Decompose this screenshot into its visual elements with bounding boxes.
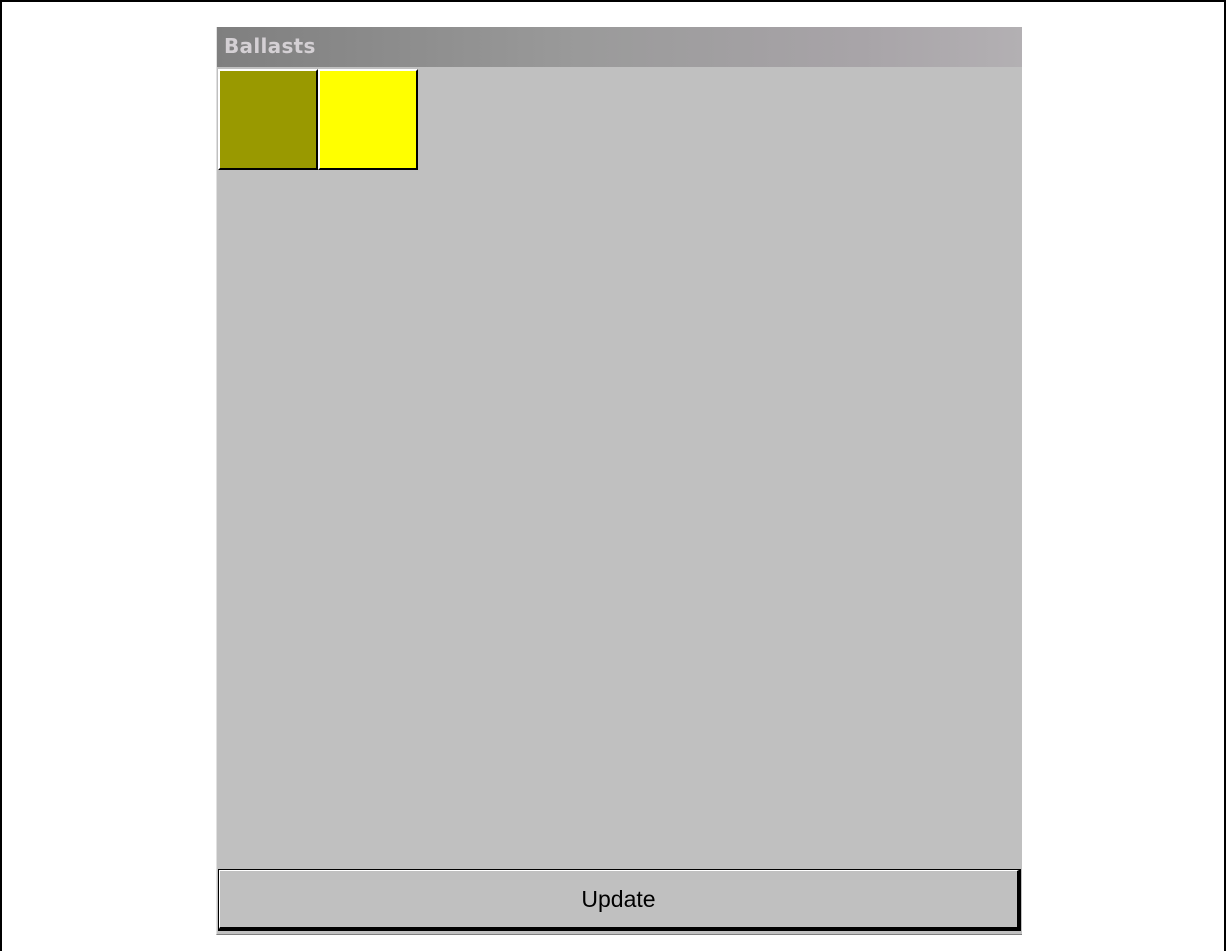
window-title: Ballasts	[224, 34, 316, 58]
swatch-row	[218, 69, 418, 170]
update-button[interactable]: Update	[218, 869, 1021, 931]
ballasts-window: Ballasts Update	[216, 27, 1022, 935]
ballast-swatch-olive[interactable]	[218, 69, 318, 170]
ballast-swatch-yellow[interactable]	[318, 69, 418, 170]
title-bar[interactable]: Ballasts	[217, 27, 1022, 67]
